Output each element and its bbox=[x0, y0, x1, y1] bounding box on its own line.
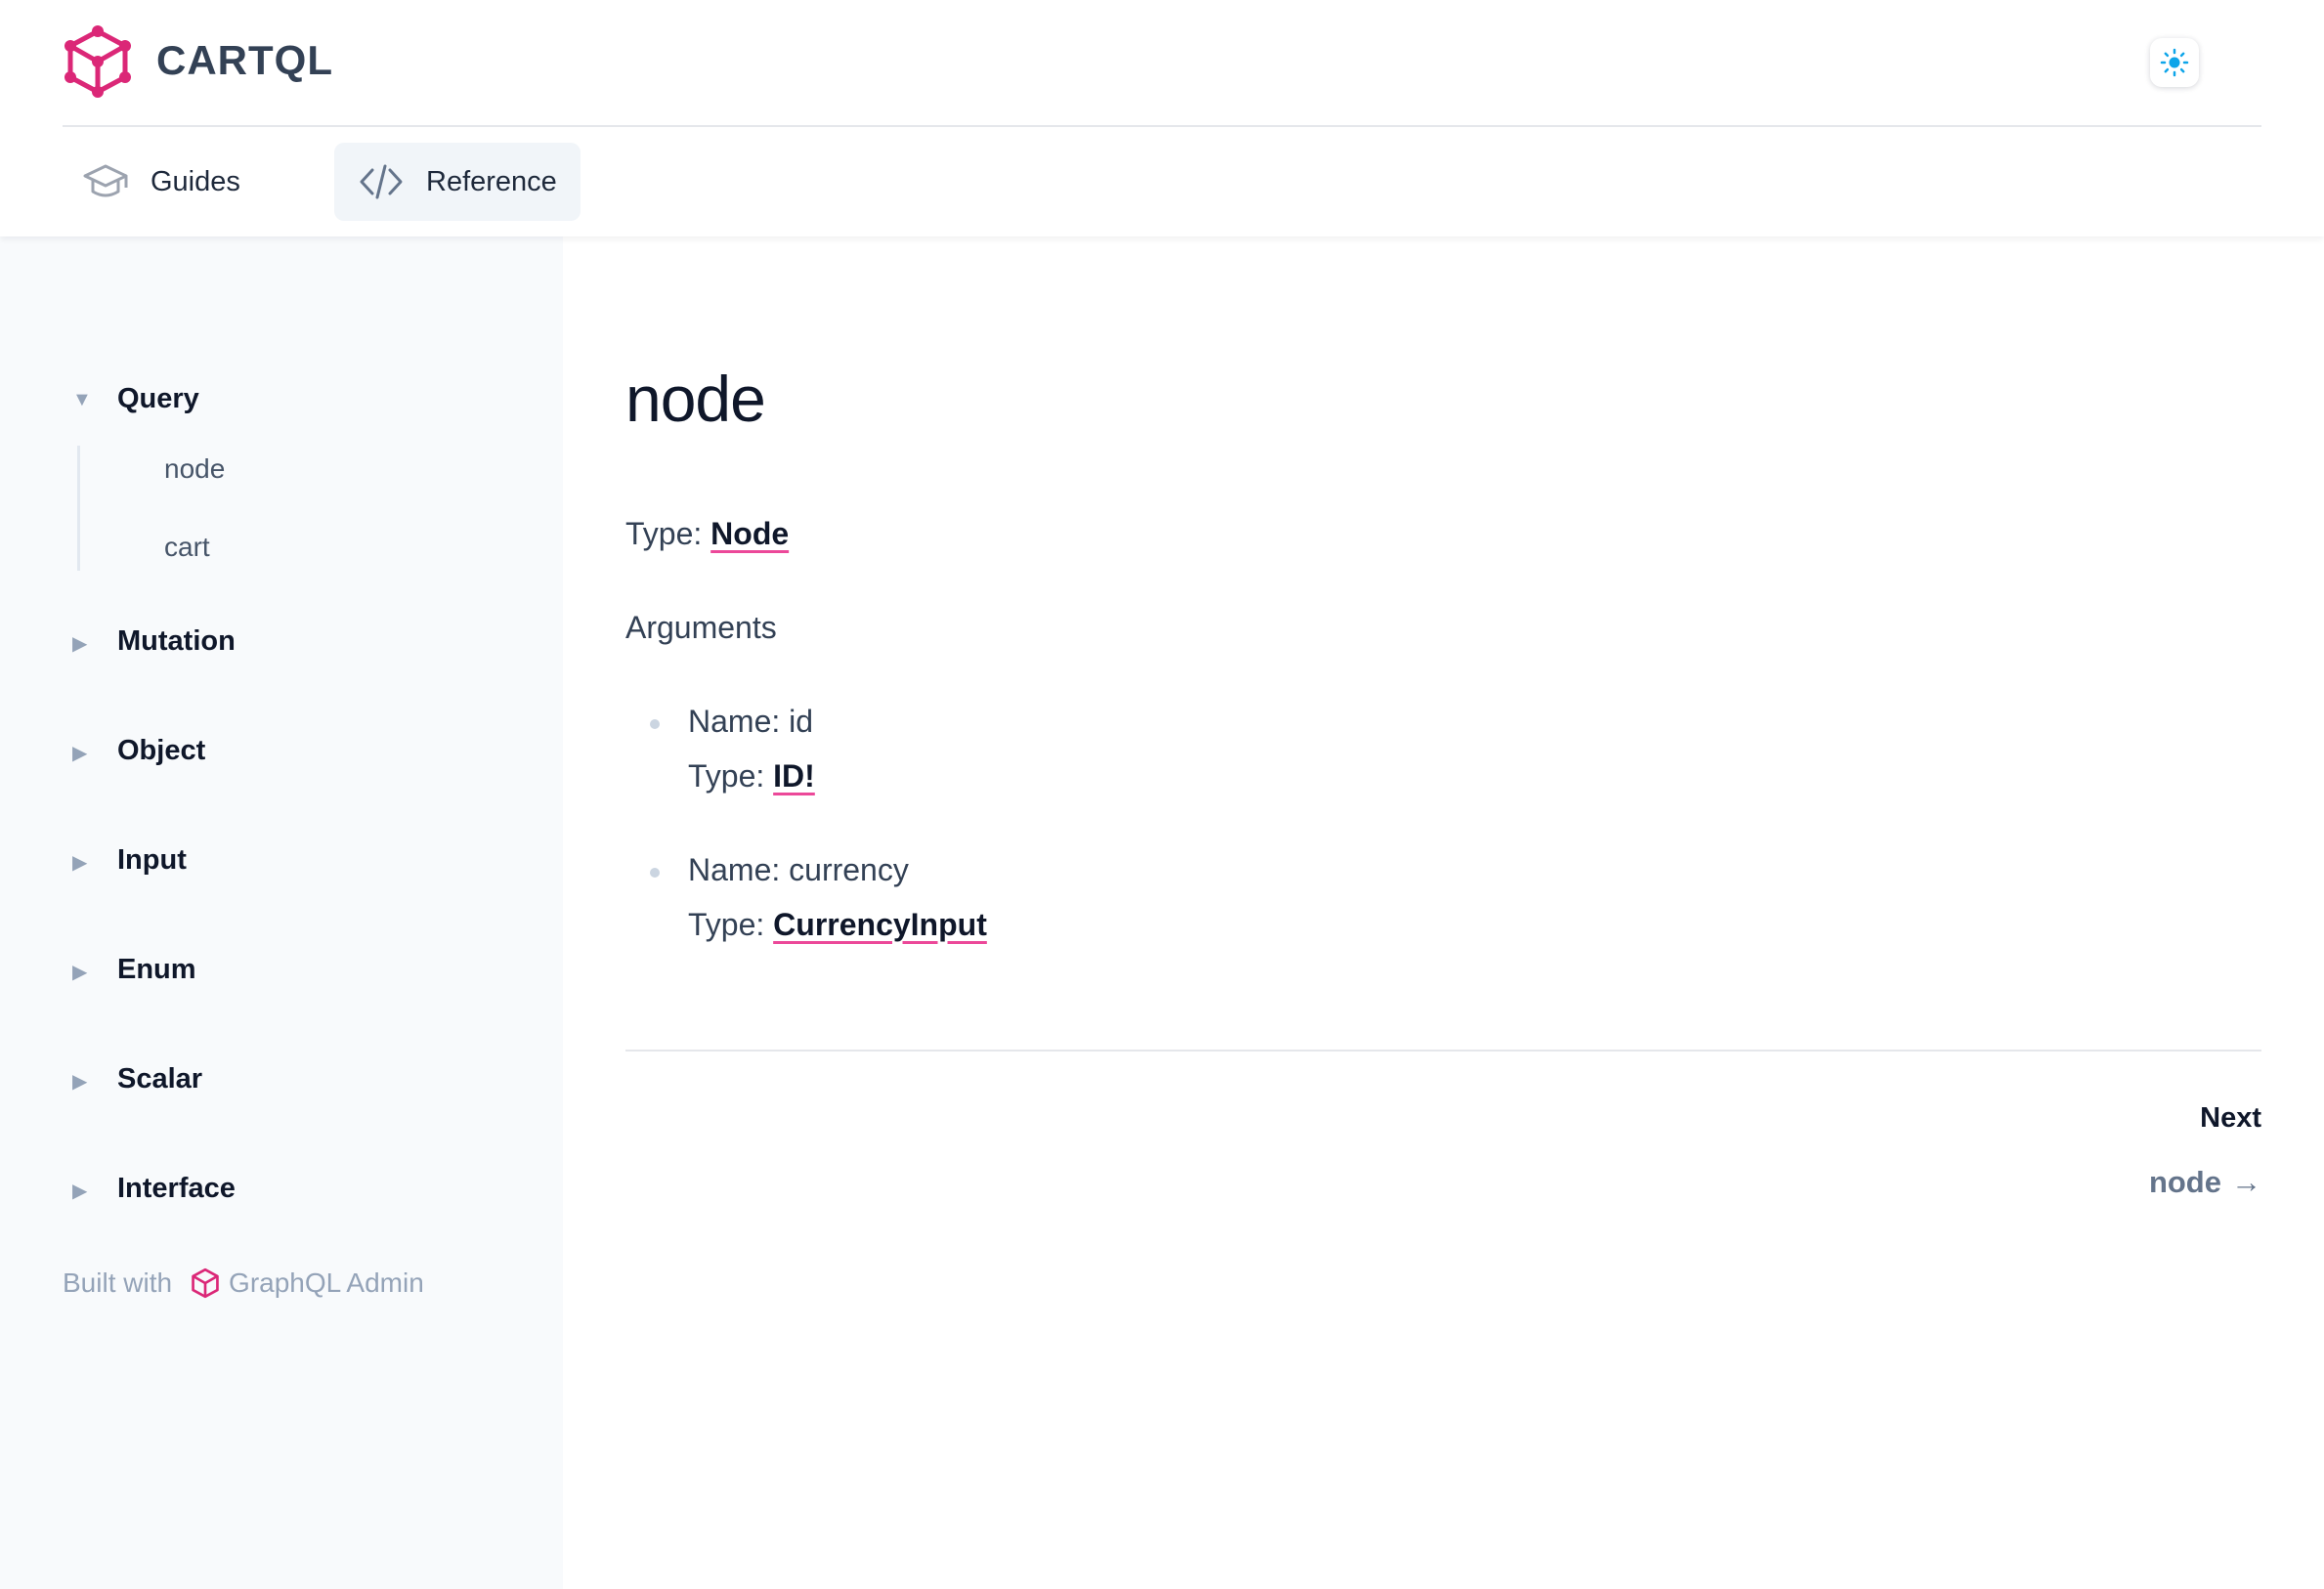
sidebar-item-node[interactable]: node bbox=[164, 453, 225, 485]
content-divider bbox=[625, 1050, 2261, 1052]
graphql-admin-logo-icon bbox=[192, 1267, 219, 1299]
tab-reference[interactable]: Reference bbox=[334, 143, 581, 221]
argument-name: Name: currency bbox=[688, 852, 909, 887]
sidebar-subtree-line bbox=[77, 446, 80, 571]
caret-right-icon[interactable]: ▶ bbox=[72, 960, 87, 984]
sidebar-group-label[interactable]: Interface bbox=[117, 1173, 236, 1205]
sidebar-group-label[interactable]: Input bbox=[117, 844, 187, 877]
type-link[interactable]: Node bbox=[710, 516, 789, 551]
built-with-footer: Built with GraphQL Admin bbox=[63, 1267, 424, 1300]
theme-toggle-button[interactable] bbox=[2150, 38, 2199, 87]
built-with-brand-link[interactable]: GraphQL Admin bbox=[229, 1267, 424, 1299]
app-title[interactable]: CARTQL bbox=[156, 37, 333, 84]
caret-right-icon[interactable]: ▶ bbox=[72, 741, 87, 765]
argument-type-link[interactable]: ID! bbox=[773, 758, 815, 794]
type-label: Type: bbox=[625, 516, 703, 551]
list-bullet bbox=[650, 868, 660, 878]
sidebar: ▼ Query node cart ▶ Mutation ▶ Object ▶ … bbox=[0, 236, 563, 1589]
sidebar-group-label[interactable]: Enum bbox=[117, 954, 196, 986]
list-bullet bbox=[650, 719, 660, 729]
sidebar-group-label[interactable]: Query bbox=[117, 383, 199, 415]
tab-guides[interactable]: Guides bbox=[82, 143, 240, 221]
argument-type-row: Type: ID! bbox=[688, 758, 815, 794]
tab-guides-label: Guides bbox=[151, 165, 240, 197]
tab-reference-label: Reference bbox=[426, 165, 557, 197]
code-icon bbox=[358, 158, 405, 205]
graduation-cap-icon bbox=[82, 158, 129, 205]
sidebar-group-label[interactable]: Scalar bbox=[117, 1063, 202, 1095]
argument-type-row: Type: CurrencyInput bbox=[688, 907, 987, 943]
argument-name: Name: id bbox=[688, 704, 814, 739]
top-bar: CARTQL bbox=[63, 0, 2261, 127]
sidebar-group-label[interactable]: Object bbox=[117, 735, 205, 767]
argument-type-link[interactable]: CurrencyInput bbox=[773, 907, 987, 942]
next-page-link-text[interactable]: node bbox=[2149, 1165, 2221, 1200]
built-with-prefix: Built with bbox=[63, 1267, 173, 1298]
page-title: node bbox=[625, 363, 766, 435]
arrow-right-icon: → bbox=[2231, 1165, 2261, 1199]
argument-type-label: Type: bbox=[688, 907, 765, 942]
sun-icon bbox=[2160, 48, 2189, 77]
caret-right-icon[interactable]: ▶ bbox=[72, 1069, 87, 1094]
field-type-row: Type: Node bbox=[625, 516, 789, 552]
caret-right-icon[interactable]: ▶ bbox=[72, 850, 87, 875]
logo-cube-icon[interactable] bbox=[63, 25, 133, 98]
header: CARTQL Guides Reference bbox=[0, 0, 2324, 236]
sidebar-group-label[interactable]: Mutation bbox=[117, 625, 236, 658]
argument-type-label: Type: bbox=[688, 758, 765, 794]
arguments-heading: Arguments bbox=[625, 610, 777, 645]
caret-down-icon[interactable]: ▼ bbox=[72, 389, 92, 411]
caret-right-icon[interactable]: ▶ bbox=[72, 631, 87, 656]
caret-right-icon[interactable]: ▶ bbox=[72, 1179, 87, 1203]
next-page-link[interactable]: node → bbox=[2149, 1165, 2261, 1200]
sidebar-item-cart[interactable]: cart bbox=[164, 532, 210, 563]
next-label: Next bbox=[2200, 1102, 2261, 1134]
